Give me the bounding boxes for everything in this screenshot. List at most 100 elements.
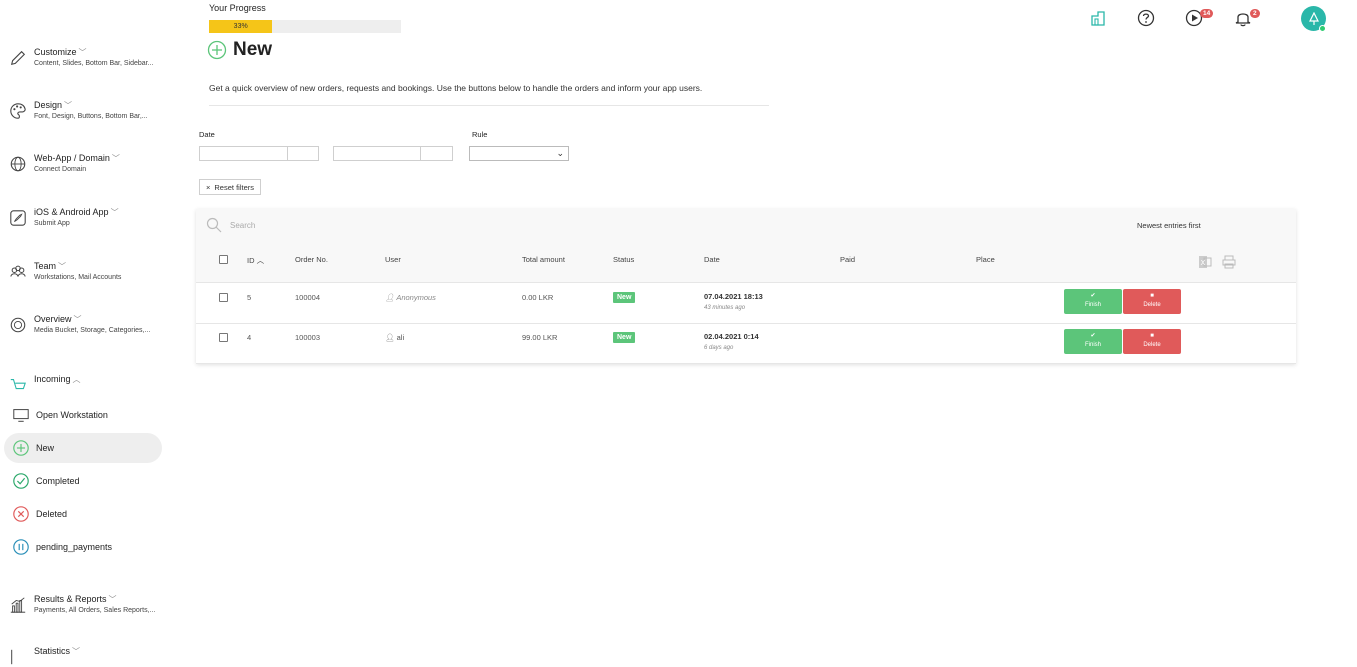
nav-design-sub: Font, Design, Buttons, Bottom Bar,...	[34, 113, 148, 120]
nav-reports[interactable]: Results & Reports ﹀ Payments, All Orders,…	[8, 593, 162, 616]
palette-icon	[8, 101, 28, 121]
nav-customize[interactable]: Customize ﹀ Content, Slides, Bottom Bar, …	[8, 46, 162, 69]
date-to-input[interactable]	[333, 146, 453, 161]
sidebar-item-label: Deleted	[36, 509, 68, 519]
date-filter-label: Date	[199, 130, 215, 139]
search-input[interactable]: Search	[230, 221, 255, 230]
chevron-down-icon: ﹀	[58, 262, 67, 271]
nav-app[interactable]: iOS & Android App ﹀ Submit App	[8, 206, 162, 229]
trash-icon: ■	[1150, 293, 1154, 299]
progress-bar: 33%	[209, 20, 401, 33]
nav-team-label: Team	[34, 261, 57, 271]
users-icon	[8, 262, 28, 282]
select-all-checkbox[interactable]	[219, 255, 228, 264]
status-badge: New	[613, 292, 636, 303]
nav-webapp[interactable]: Web-App / Domain ﹀ Connect Domain	[8, 152, 162, 175]
nav-incoming-label: Incoming	[34, 374, 71, 384]
cell-id: 4	[247, 333, 252, 342]
rule-filter-label: Rule	[472, 130, 488, 139]
nav-app-sub: Submit App	[34, 220, 70, 227]
status-badge: New	[613, 332, 636, 343]
nav-team[interactable]: Team ﹀ Workstations, Mail Accounts	[8, 260, 162, 283]
sidebar-item-new[interactable]: New	[4, 433, 162, 463]
nav-statistics-label: Statistics	[34, 646, 71, 656]
nav-overview-sub: Media Bucket, Storage, Categories,...	[34, 327, 151, 334]
table-row[interactable]: 4 100003 👤︎ ali 99.00 LKR New 02.04.2021…	[196, 324, 1296, 364]
pencil-icon	[8, 48, 28, 68]
column-user[interactable]: User	[385, 255, 401, 264]
sidebar-item-open-workstation[interactable]: Open Workstation	[4, 400, 162, 430]
check-icon: ✔	[1090, 293, 1096, 299]
column-total[interactable]: Total amount	[522, 255, 565, 264]
sort-asc-icon: ︿	[256, 256, 265, 265]
row-checkbox[interactable]	[219, 293, 228, 302]
cell-total: 0.00 LKR	[522, 293, 554, 302]
chevron-down-icon: ⌄	[556, 148, 564, 158]
chevron-down-icon: ﹀	[111, 154, 120, 163]
column-paid[interactable]: Paid	[840, 255, 855, 264]
rule-select[interactable]: ⌄	[469, 146, 569, 161]
nav-app-label: iOS & Android App	[34, 207, 109, 217]
notification-count-badge: 2	[1250, 9, 1260, 18]
column-order-no[interactable]: Order No.	[295, 255, 328, 264]
page-intro: Get a quick overview of new orders, requ…	[209, 83, 769, 106]
delete-button[interactable]: ■ Delete	[1123, 329, 1181, 354]
nav-incoming[interactable]: Incoming ︿	[8, 373, 81, 395]
column-place[interactable]: Place	[976, 255, 995, 264]
column-status[interactable]: Status	[613, 255, 634, 264]
cell-date: 07.04.2021 18:13	[704, 292, 763, 301]
sidebar-item-pending-payments[interactable]: pending_payments	[4, 532, 162, 562]
help-icon[interactable]	[1136, 8, 1156, 33]
cart-icon	[8, 375, 28, 395]
svg-text:X: X	[1201, 259, 1206, 267]
delete-button[interactable]: ■ Delete	[1123, 289, 1181, 314]
export-tools: X	[1198, 255, 1236, 269]
chevron-down-icon: ﹀	[110, 208, 119, 217]
column-id[interactable]: ID ︿	[247, 255, 264, 266]
sidebar-item-deleted[interactable]: Deleted	[4, 499, 162, 529]
nav-statistics[interactable]: Statistics ﹀	[8, 645, 80, 667]
plus-circle-icon	[207, 40, 227, 60]
nav-webapp-sub: Connect Domain	[34, 166, 87, 173]
sort-select[interactable]: Newest entries first	[1137, 221, 1201, 230]
column-date[interactable]: Date	[704, 255, 720, 264]
chevron-down-icon: ﹀	[108, 595, 117, 604]
cell-order-no: 100004	[295, 293, 321, 302]
cell-user: 👤︎ ali	[385, 333, 405, 342]
cell-order-no: 100003	[295, 333, 321, 342]
bar-chart-icon	[8, 595, 28, 615]
trash-icon: ■	[1150, 333, 1154, 339]
user-icon: 👤︎	[385, 333, 397, 342]
excel-icon[interactable]: X	[1198, 255, 1212, 269]
cell-total: 99.00 LKR	[522, 333, 558, 342]
globe-icon	[8, 154, 28, 174]
pause-circle-icon	[13, 539, 29, 555]
table-header: Search Newest entries first ID ︿ Order N…	[196, 209, 1296, 283]
nav-customize-sub: Content, Slides, Bottom Bar, Sidebar...	[34, 60, 154, 67]
date-from-input[interactable]	[199, 146, 319, 161]
finish-button[interactable]: ✔ Finish	[1064, 289, 1122, 314]
page-title: New	[207, 39, 272, 61]
cell-date-ago: 6 days ago	[704, 345, 734, 351]
online-status-dot	[1319, 25, 1326, 32]
finish-button[interactable]: ✔ Finish	[1064, 329, 1122, 354]
sidebar-item-label: Completed	[36, 476, 80, 486]
progress-fill: 33%	[209, 20, 273, 33]
monitor-icon	[13, 409, 29, 422]
table-row[interactable]: 5 100004 👤︎ Anonymous 0.00 LKR New 07.04…	[196, 284, 1296, 324]
sidebar-item-completed[interactable]: Completed	[4, 466, 162, 496]
print-icon[interactable]	[1222, 255, 1236, 269]
cell-date: 02.04.2021 0:14	[704, 332, 759, 341]
reset-filters-button[interactable]: × Reset filters	[199, 179, 261, 195]
rocket-icon	[8, 208, 28, 228]
reset-filters-label: Reset filters	[214, 182, 254, 192]
check-icon: ✔	[1090, 333, 1096, 339]
tree-icon	[1308, 11, 1319, 25]
nav-customize-label: Customize	[34, 47, 77, 57]
nav-design[interactable]: Design ﹀ Font, Design, Buttons, Bottom Ba…	[8, 99, 162, 122]
chevron-down-icon: ﹀	[78, 48, 87, 57]
row-checkbox[interactable]	[219, 333, 228, 342]
search-box[interactable]: Search	[206, 217, 255, 233]
nav-overview[interactable]: Overview ﹀ Media Bucket, Storage, Categor…	[8, 313, 162, 336]
store-icon[interactable]	[1088, 8, 1108, 33]
